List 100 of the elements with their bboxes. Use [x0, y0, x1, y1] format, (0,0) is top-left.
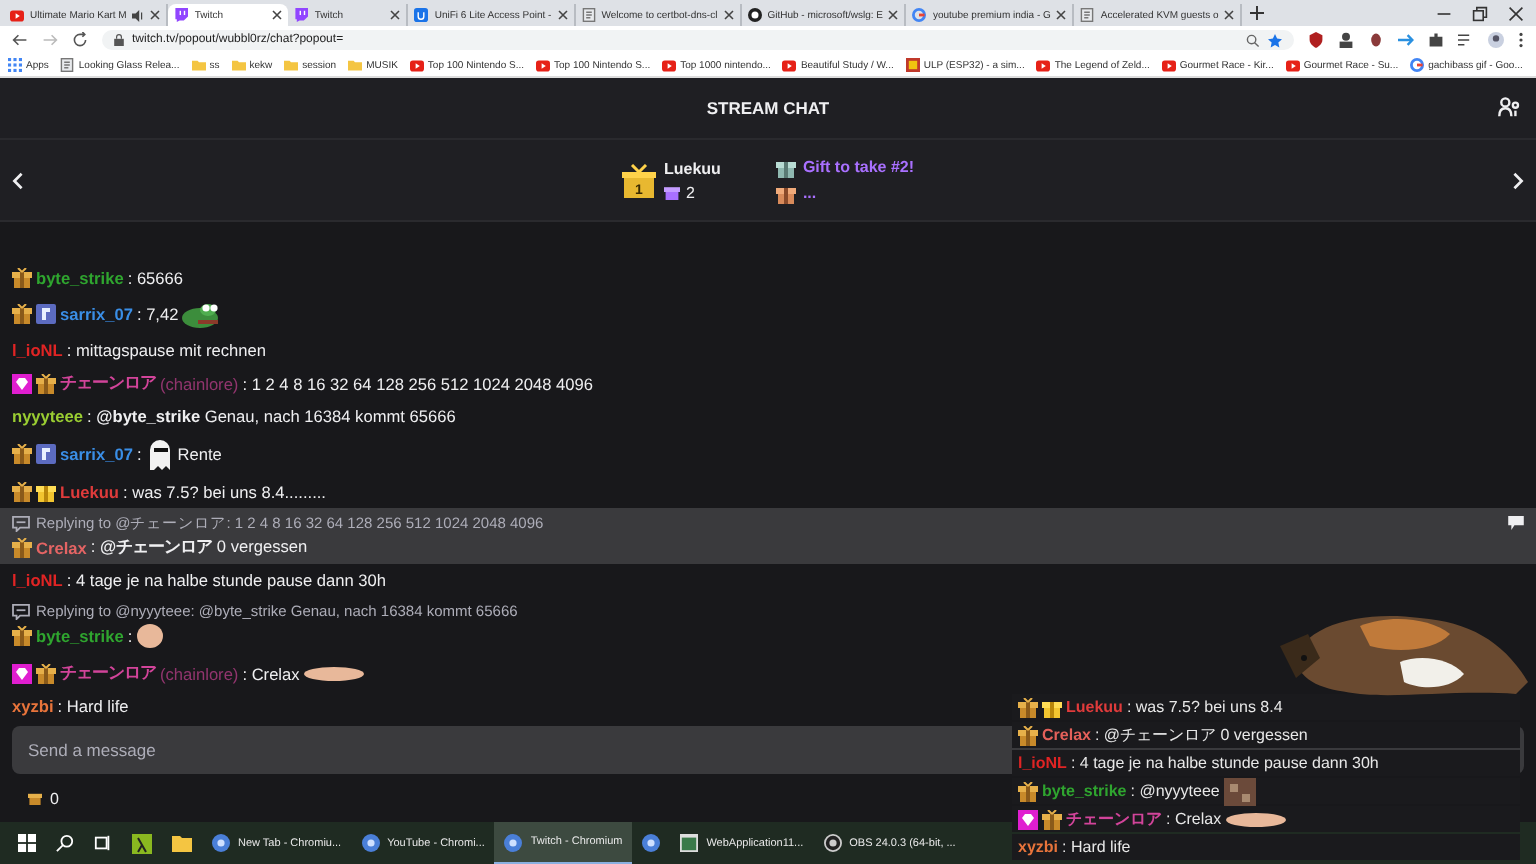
user-name[interactable]: Luekuu — [60, 482, 120, 502]
message-text: : was 7.5? bei uns 8.4 — [1126, 698, 1283, 716]
message-text: : Hard life — [1062, 838, 1131, 856]
gift-badge-icon — [12, 304, 32, 324]
g-circle-icon — [1410, 58, 1425, 72]
message-text: : @nyyyteee — [1130, 782, 1220, 800]
video-play-icon — [1036, 59, 1051, 71]
speech-bubble-icon — [294, 8, 309, 22]
diamond-badge-icon — [1018, 809, 1038, 829]
browser-icon — [504, 833, 523, 851]
shield-extension-icon[interactable] — [1308, 32, 1324, 48]
gift-badge-icon — [12, 537, 32, 557]
ghost-emote — [145, 438, 174, 470]
playlist-icon[interactable] — [1458, 32, 1474, 48]
gift-badge-icon — [36, 663, 56, 683]
gift-badge-icon — [1042, 809, 1062, 829]
gift-badge-icon — [12, 482, 32, 502]
close-icon — [557, 10, 568, 20]
user-name[interactable]: sarrix_07 — [60, 304, 133, 324]
video-play-icon — [536, 59, 551, 71]
profile-icon[interactable] — [1488, 32, 1504, 48]
chevron-left-icon — [12, 171, 24, 189]
folder-icon — [348, 58, 363, 72]
user-name[interactable]: nyyyteee — [12, 406, 84, 426]
user-name[interactable]: l_ioNL — [1018, 754, 1067, 772]
user-name[interactable]: xyzbi — [12, 696, 54, 716]
user-name[interactable]: Luekuu — [1066, 698, 1123, 716]
video-play-icon — [10, 9, 24, 21]
video-play-icon — [662, 59, 677, 71]
message-text: : 7,42 — [136, 304, 179, 324]
user-name[interactable]: byte_strike — [1042, 782, 1127, 800]
bug-extension-icon[interactable] — [1368, 32, 1384, 48]
close-icon — [1056, 10, 1067, 20]
arrows-extension-icon[interactable] — [1398, 32, 1414, 48]
message-text: : Crelax — [1166, 810, 1222, 828]
browser-icon — [642, 834, 661, 852]
browser-icon — [212, 834, 230, 852]
user-name[interactable]: チェーンロア — [60, 372, 156, 394]
points-count: 0 — [50, 789, 59, 807]
pixel-emote — [1223, 777, 1256, 805]
message-text: : — [136, 444, 142, 464]
message-text: : 65666 — [127, 268, 184, 288]
image-icon — [905, 58, 920, 72]
gift-icon — [663, 184, 680, 200]
close-icon — [723, 10, 734, 20]
user-name[interactable]: チェーンロア — [60, 662, 156, 684]
gift-subtitle: ... — [802, 184, 817, 202]
diamond-badge-icon — [12, 663, 32, 683]
frog-emote — [182, 300, 223, 328]
zoom-icon[interactable] — [1246, 33, 1260, 47]
letter-badge-icon — [36, 444, 56, 464]
reply-bubble-icon[interactable] — [1508, 516, 1524, 530]
close-icon[interactable] — [1508, 5, 1524, 21]
gift-box-icon — [36, 482, 56, 502]
user-name[interactable]: sarrix_07 — [60, 444, 133, 464]
reply-icon — [12, 516, 30, 532]
circle-icon — [747, 8, 762, 22]
gift-badge-icon — [12, 626, 32, 646]
message-text: : — [127, 626, 133, 646]
close-icon — [150, 10, 161, 20]
message-text: : was 7.5? bei uns 8.4......... — [123, 482, 326, 502]
reload-icon[interactable] — [72, 32, 88, 48]
puzzle-icon[interactable] — [1428, 32, 1444, 48]
user-name[interactable]: byte_strike — [36, 626, 124, 646]
diamond-badge-icon — [12, 373, 32, 393]
chat-title: STREAM CHAT — [706, 98, 830, 118]
users-icon[interactable] — [1498, 96, 1520, 118]
star-icon[interactable] — [1268, 33, 1282, 47]
user-name[interactable]: xyzbi — [1018, 838, 1059, 856]
message-text: : Crelax — [242, 663, 300, 683]
video-play-icon — [782, 59, 797, 71]
folder-icon — [172, 834, 192, 852]
letter-badge-icon — [36, 304, 56, 324]
new-tab-icon[interactable] — [1250, 6, 1265, 20]
gift-badge-icon — [1018, 697, 1038, 717]
user-name[interactable]: l_ioNL — [12, 340, 63, 360]
next-button[interactable] — [1512, 171, 1524, 189]
gift-badge-icon — [1018, 725, 1038, 745]
close-icon — [390, 10, 401, 20]
user-name[interactable]: Crelax — [1042, 726, 1091, 744]
back-icon[interactable] — [12, 32, 28, 48]
user-name[interactable]: チェーンロア — [1066, 808, 1162, 830]
close-icon — [272, 10, 283, 20]
page-icon — [60, 58, 75, 72]
restore-icon[interactable] — [1472, 5, 1488, 21]
speech-bubble-icon — [174, 8, 189, 22]
message-text: : @チェーンロア 0 vergessen — [1094, 724, 1308, 746]
video-play-icon — [409, 59, 424, 71]
flat-blob-emote — [303, 665, 364, 681]
window-app-icon — [680, 834, 699, 852]
previous-button[interactable] — [12, 171, 24, 189]
user-name[interactable]: l_ioNL — [12, 570, 63, 590]
leader-name: Luekuu — [663, 159, 721, 177]
user-name[interactable]: byte_strike — [36, 268, 124, 288]
gift-badge-icon — [36, 373, 56, 393]
u-square-icon — [414, 8, 429, 22]
person-extension-icon[interactable] — [1338, 32, 1354, 48]
gift-title: Gift to take #2! — [802, 158, 915, 176]
windows-icon — [18, 834, 36, 852]
menu-icon[interactable] — [1518, 32, 1524, 48]
